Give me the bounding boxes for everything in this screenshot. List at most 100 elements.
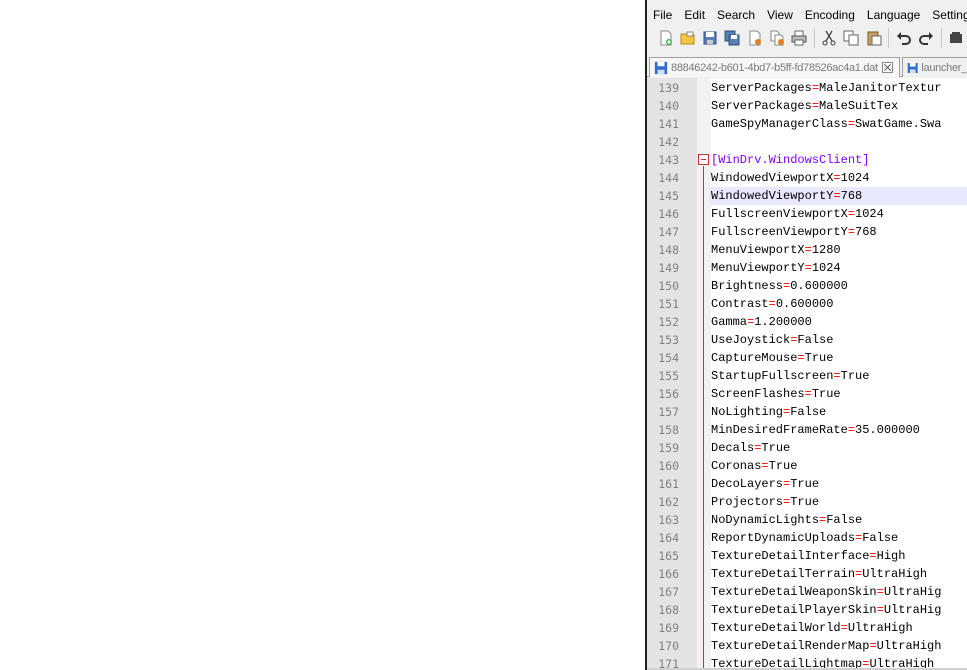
line-number: 163 bbox=[658, 513, 679, 527]
close-icon[interactable] bbox=[744, 27, 765, 49]
cut-icon[interactable] bbox=[819, 27, 840, 49]
menu-edit[interactable]: Edit bbox=[678, 5, 711, 25]
close-all-icon[interactable] bbox=[766, 27, 787, 49]
code-line[interactable]: 145 WindowedViewportY=768 bbox=[647, 187, 967, 205]
menu-settings[interactable]: Settings bbox=[926, 5, 967, 25]
copy-icon[interactable] bbox=[841, 27, 862, 49]
save-icon bbox=[654, 61, 668, 74]
code-line[interactable]: 153 UseJoystick=False bbox=[647, 331, 967, 349]
close-icon[interactable] bbox=[881, 62, 893, 73]
code-line[interactable]: 149 MenuViewportY=1024 bbox=[647, 259, 967, 277]
line-content bbox=[709, 133, 967, 151]
code-line[interactable]: 166 TextureDetailTerrain=UltraHigh bbox=[647, 565, 967, 583]
code-line[interactable]: 146 FullscreenViewportX=1024 bbox=[647, 205, 967, 223]
open-file-icon[interactable] bbox=[677, 27, 698, 49]
ini-value: UltraHig bbox=[883, 603, 942, 617]
line-content: WindowedViewportX=1024 bbox=[709, 169, 967, 187]
ini-key: UseJoystick bbox=[711, 333, 791, 347]
ini-equals-sign: = bbox=[876, 603, 884, 617]
ini-value: True bbox=[790, 495, 820, 509]
menu-view[interactable]: View bbox=[761, 5, 799, 25]
save-icon[interactable] bbox=[699, 27, 720, 49]
code-line[interactable]: 150 Brightness=0.600000 bbox=[647, 277, 967, 295]
tab-label: 88846242-b601-4bd7-b5ff-fd78526ac4a1.dat bbox=[671, 61, 878, 74]
line-content: NoDynamicLights=False bbox=[709, 511, 967, 529]
ini-key: MinDesiredFrameRate bbox=[711, 423, 848, 437]
undo-icon[interactable] bbox=[893, 27, 914, 49]
ini-equals-sign: = bbox=[847, 225, 856, 239]
paste-icon[interactable] bbox=[863, 27, 884, 49]
code-line[interactable]: 152 Gamma=1.200000 bbox=[647, 313, 967, 331]
ini-key: ScreenFlashes bbox=[711, 387, 805, 401]
code-line[interactable]: 159 Decals=True bbox=[647, 439, 967, 457]
code-line[interactable]: 140 ServerPackages=MaleSuitTex bbox=[647, 97, 967, 115]
menu-file[interactable]: File bbox=[647, 5, 678, 25]
code-line[interactable]: 165 TextureDetailInterface=High bbox=[647, 547, 967, 565]
line-content: [WinDrv.WindowsClient] bbox=[709, 151, 967, 169]
ini-value: 1.200000 bbox=[754, 315, 812, 329]
line-number: 139 bbox=[658, 81, 679, 95]
code-line[interactable]: 167 TextureDetailWeaponSkin=UltraHig bbox=[647, 583, 967, 601]
ini-key: CaptureMouse bbox=[711, 351, 798, 365]
code-line[interactable]: 161 DecoLayers=True bbox=[647, 475, 967, 493]
code-line[interactable]: 141 GameSpyManagerClass=SwatGame.Swa bbox=[647, 115, 967, 133]
code-line[interactable]: 163 NoDynamicLights=False bbox=[647, 511, 967, 529]
line-number: 140 bbox=[658, 99, 679, 113]
line-number: 162 bbox=[658, 495, 679, 509]
desktop-blank-area bbox=[0, 0, 646, 670]
ini-equals-sign: = bbox=[833, 369, 841, 383]
ini-value: 1024 bbox=[855, 207, 884, 221]
save-all-icon[interactable] bbox=[722, 27, 743, 49]
ini-equals-sign: = bbox=[847, 423, 856, 437]
code-line[interactable]: 160 Coronas=True bbox=[647, 457, 967, 475]
tab-bar: 88846242-b601-4bd7-b5ff-fd78526ac4a1.dat… bbox=[647, 55, 967, 77]
ini-key: Gamma bbox=[711, 315, 748, 329]
tab-launcher[interactable]: launcher_ bbox=[902, 57, 967, 77]
line-content: TextureDetailInterface=High bbox=[709, 547, 967, 565]
code-line[interactable]: 164 ReportDynamicUploads=False bbox=[647, 529, 967, 547]
code-line[interactable]: 156 ScreenFlashes=True bbox=[647, 385, 967, 403]
save-icon bbox=[907, 62, 918, 73]
tab-dat-file[interactable]: 88846242-b601-4bd7-b5ff-fd78526ac4a1.dat bbox=[649, 57, 900, 77]
code-line[interactable]: 162 Projectors=True bbox=[647, 493, 967, 511]
ini-key: Coronas bbox=[711, 459, 762, 473]
line-number: 166 bbox=[658, 567, 679, 581]
code-line[interactable]: 155 StartupFullscreen=True bbox=[647, 367, 967, 385]
line-content: CaptureMouse=True bbox=[709, 349, 967, 367]
code-line[interactable]: 142 bbox=[647, 133, 967, 151]
code-line[interactable]: 144 WindowedViewportX=1024 bbox=[647, 169, 967, 187]
code-line[interactable]: 139 ServerPackages=MaleJanitorTextur bbox=[647, 79, 967, 97]
code-line[interactable]: 143 [WinDrv.WindowsClient] bbox=[647, 151, 967, 169]
menu-encoding[interactable]: Encoding bbox=[799, 5, 861, 25]
code-line[interactable]: 154 CaptureMouse=True bbox=[647, 349, 967, 367]
code-line[interactable]: 169 TextureDetailWorld=UltraHigh bbox=[647, 619, 967, 637]
code-line[interactable]: 168 TextureDetailPlayerSkin=UltraHig bbox=[647, 601, 967, 619]
code-line[interactable]: 147 FullscreenViewportY=768 bbox=[647, 223, 967, 241]
ini-key: Brightness bbox=[711, 279, 784, 293]
menu-language[interactable]: Language bbox=[861, 5, 926, 25]
code-line[interactable]: 158 MinDesiredFrameRate=35.000000 bbox=[647, 421, 967, 439]
text-editor[interactable]: 139 ServerPackages=MaleJanitorTextur 140 Se… bbox=[647, 78, 967, 670]
ini-equals-sign: = bbox=[847, 117, 856, 131]
ini-equals-sign: = bbox=[804, 261, 812, 275]
line-number: 147 bbox=[658, 225, 679, 239]
redo-icon[interactable] bbox=[916, 27, 937, 49]
code-line[interactable]: 170 TextureDetailRenderMap=UltraHigh bbox=[647, 637, 967, 655]
ini-section-header: [WinDrv.WindowsClient] bbox=[711, 153, 870, 167]
ini-value: UltraHigh bbox=[862, 567, 928, 581]
ini-key: TextureDetailRenderMap bbox=[711, 639, 870, 653]
code-line[interactable]: 157 NoLighting=False bbox=[647, 403, 967, 421]
ini-value: False bbox=[797, 333, 834, 347]
line-number: 168 bbox=[658, 603, 679, 617]
line-content: GameSpyManagerClass=SwatGame.Swa bbox=[709, 115, 967, 133]
new-file-icon[interactable] bbox=[655, 27, 676, 49]
code-line[interactable]: 151 Contrast=0.600000 bbox=[647, 295, 967, 313]
code-line[interactable]: 148 MenuViewportX=1280 bbox=[647, 241, 967, 259]
find-icon[interactable] bbox=[946, 27, 967, 49]
ini-value: UltraHigh bbox=[876, 639, 942, 653]
line-content: MenuViewportX=1280 bbox=[709, 241, 967, 259]
menu-search[interactable]: Search bbox=[711, 5, 761, 25]
ini-value: True bbox=[804, 351, 834, 365]
print-icon[interactable] bbox=[788, 27, 809, 49]
ini-key: Contrast bbox=[711, 297, 769, 311]
